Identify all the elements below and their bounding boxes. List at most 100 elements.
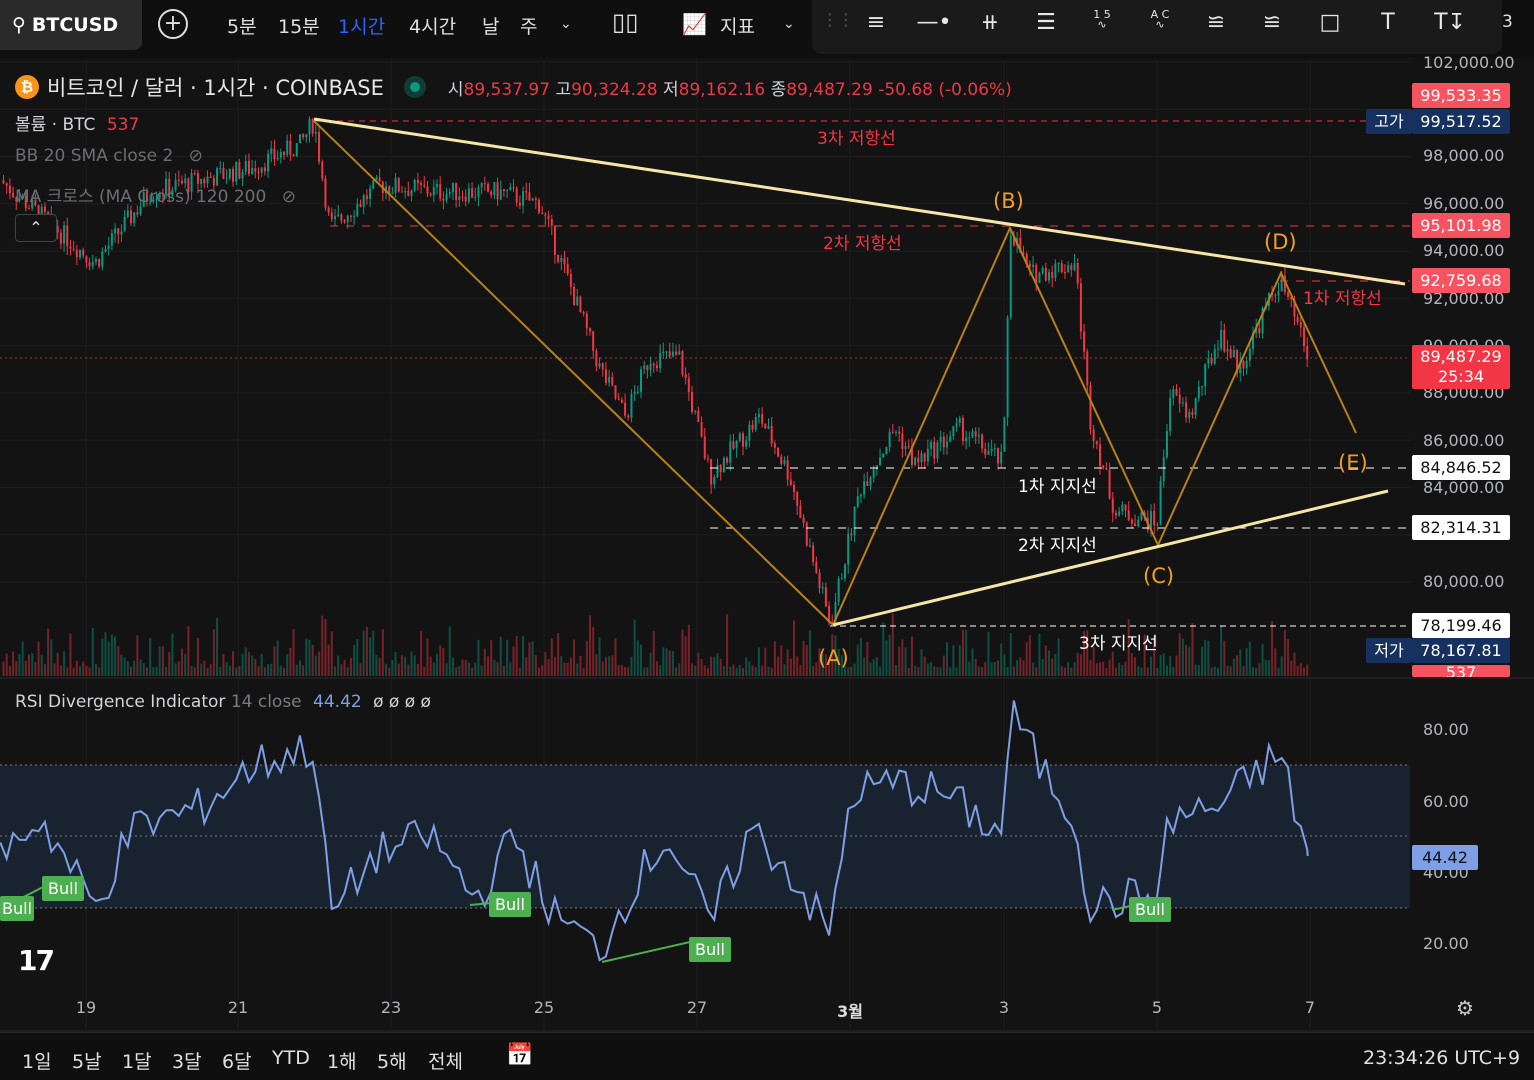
range-6m[interactable]: 6달 xyxy=(222,1047,252,1074)
timezone-clock[interactable]: 23:34:26 UTC+9 xyxy=(1363,1047,1520,1069)
volume-bar xyxy=(487,656,490,676)
candle xyxy=(691,392,694,412)
volume-bar xyxy=(410,651,413,676)
candle xyxy=(1121,504,1124,512)
candle xyxy=(1067,265,1070,273)
volume-bar xyxy=(1293,652,1296,676)
bitcoin-logo-icon: ₿ xyxy=(15,75,39,99)
chart-settings-gear-icon[interactable]: ⚙ xyxy=(1456,996,1474,1020)
candle xyxy=(1287,292,1290,298)
candle xyxy=(474,196,477,198)
volume-bar xyxy=(1213,666,1216,676)
volume-bar xyxy=(719,658,722,676)
candle xyxy=(334,216,337,220)
range-1d[interactable]: 1일 xyxy=(22,1047,52,1074)
volume-legend[interactable]: 볼륨 · BTC 537 xyxy=(15,110,139,135)
time-tick: 19 xyxy=(75,998,97,1017)
volume-bar xyxy=(308,639,311,676)
volume-bar xyxy=(362,630,365,676)
candle xyxy=(706,458,709,460)
bb-legend[interactable]: BB 20 SMA close 2 ⊘ xyxy=(15,146,203,166)
volume-bar xyxy=(161,646,164,676)
candle xyxy=(742,433,745,447)
rsi-legend[interactable]: RSI Divergence Indicator 14 close 44.42 … xyxy=(15,692,431,712)
range-all[interactable]: 전체 xyxy=(428,1047,463,1074)
volume-bar xyxy=(1054,653,1057,676)
candle xyxy=(267,153,270,172)
candle xyxy=(534,198,537,200)
goto-date-calendar-icon[interactable]: 📅 xyxy=(506,1043,533,1068)
candle xyxy=(1232,350,1235,358)
volume-bar xyxy=(451,657,454,676)
candle xyxy=(1057,263,1060,265)
candle xyxy=(136,212,139,215)
candle xyxy=(987,451,990,455)
volume-bar xyxy=(710,656,713,676)
volume-bar xyxy=(1261,644,1264,676)
candle xyxy=(808,545,811,547)
resistance-3-label: 3차 저항선 xyxy=(817,129,896,149)
range-1m[interactable]: 1달 xyxy=(122,1047,152,1074)
ma-cross-legend[interactable]: MA 크로스 (MA Cross) 120 200 ⊘ xyxy=(15,182,296,207)
range-5d[interactable]: 5날 xyxy=(72,1047,102,1074)
volume-bar xyxy=(627,667,630,676)
volume-bar xyxy=(40,654,43,676)
volume-bar xyxy=(263,667,266,676)
candle xyxy=(1248,348,1251,361)
candle xyxy=(538,199,541,213)
volume-bar xyxy=(311,645,314,676)
candle xyxy=(429,193,432,196)
candle xyxy=(620,399,623,403)
candle xyxy=(1079,283,1082,332)
range-ytd[interactable]: YTD xyxy=(272,1047,310,1069)
volume-bar xyxy=(579,656,582,676)
volume-bar xyxy=(786,649,789,676)
range-1y[interactable]: 1해 xyxy=(327,1047,357,1074)
candle xyxy=(895,431,898,433)
volume-bar xyxy=(1216,667,1219,676)
volume-bar xyxy=(930,662,933,676)
volume-bar xyxy=(684,636,687,676)
volume-bar xyxy=(515,635,518,676)
candle xyxy=(601,363,604,370)
range-5y[interactable]: 5해 xyxy=(377,1047,407,1074)
volume-bar xyxy=(1264,659,1267,676)
tradingview-logo-icon[interactable]: 17 xyxy=(18,944,55,977)
candle xyxy=(1083,331,1086,352)
candle xyxy=(773,443,776,448)
candle xyxy=(1306,345,1309,360)
candle xyxy=(487,183,490,192)
candle xyxy=(177,179,180,181)
collapse-legend-chevron-up-icon[interactable]: ⌃ xyxy=(15,214,57,242)
volume-bar xyxy=(1089,659,1092,676)
volume-bar xyxy=(499,636,502,676)
candle xyxy=(1185,402,1188,418)
volume-bar xyxy=(91,627,94,676)
price-tick: 94,000.00 xyxy=(1423,241,1505,260)
candle xyxy=(598,363,601,367)
market-status-icon[interactable] xyxy=(403,76,426,98)
candle xyxy=(270,148,273,154)
candle xyxy=(512,187,515,189)
candle xyxy=(767,425,770,429)
candle xyxy=(1095,440,1098,445)
candle xyxy=(888,431,891,448)
hidden-eye-icon[interactable]: ⊘ xyxy=(282,187,296,207)
volume-bar xyxy=(601,661,604,676)
candle xyxy=(378,177,381,182)
candle xyxy=(72,248,75,250)
volume-bar xyxy=(655,661,658,676)
volume-bar xyxy=(1248,641,1251,676)
volume-bar xyxy=(1022,660,1025,676)
hidden-eye-icon[interactable]: ⊘ xyxy=(189,146,203,166)
range-3m[interactable]: 3달 xyxy=(172,1047,202,1074)
volume-bar xyxy=(643,667,646,676)
candle xyxy=(477,187,480,197)
time-tick: 25 xyxy=(533,998,555,1017)
volume-bar xyxy=(149,638,152,676)
candle xyxy=(506,190,509,192)
volume-bar xyxy=(321,615,324,676)
volume-bar xyxy=(397,663,400,676)
price-chart[interactable] xyxy=(0,0,1534,1080)
candle xyxy=(1159,481,1162,525)
